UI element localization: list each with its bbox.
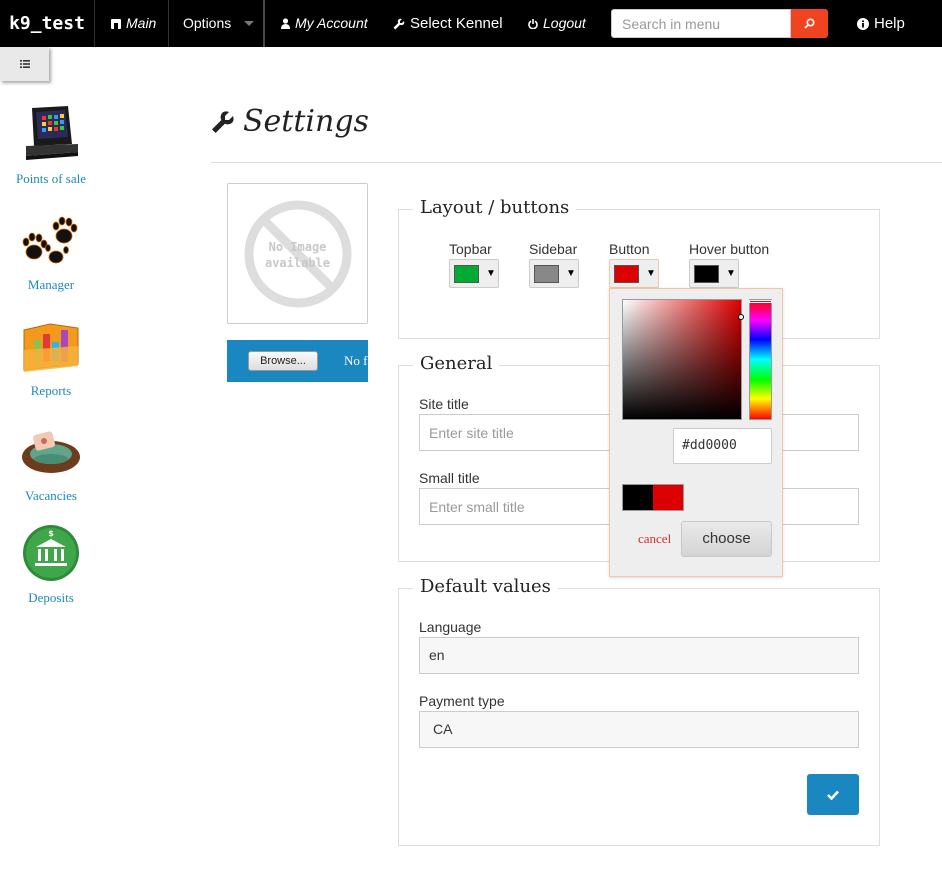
cancel-link[interactable]: cancel (638, 531, 671, 547)
wrench-icon (212, 110, 234, 133)
color-label: Hover button (689, 241, 770, 257)
paw-prints-icon (22, 216, 78, 264)
nav-my-account-label: My Account (295, 15, 368, 31)
caret-down-icon: ▼ (566, 268, 576, 279)
choose-button[interactable]: choose (681, 521, 772, 557)
language-label: Language (419, 619, 482, 635)
hover-button-color-picker-button[interactable]: ▼ (689, 259, 739, 288)
color-label: Sidebar (529, 241, 578, 257)
section-legend: General (413, 353, 500, 374)
bank-icon: $ (23, 525, 79, 581)
sidebar-item-label: Manager (27, 277, 75, 292)
nav-divider (263, 0, 265, 47)
hue-handle[interactable] (749, 300, 772, 303)
nav-options-dropdown[interactable]: Options (183, 0, 255, 47)
file-upload-bar: Browse... No f (227, 340, 368, 382)
payment-type-label: Payment type (419, 693, 505, 709)
language-input[interactable]: en (419, 637, 859, 674)
sidebar-color-group: Sidebar ▼ (529, 241, 579, 288)
sidebar-item-label: Vacancies (25, 488, 77, 503)
search-button[interactable] (791, 9, 828, 38)
caret-down-icon: ▼ (726, 268, 736, 279)
sidebar-item-label: Points of sale (15, 171, 87, 186)
sidebar-item-points-of-sale[interactable]: Points of sale (0, 104, 102, 187)
section-legend: Default values (413, 576, 558, 597)
button-color-picker-button[interactable]: ▼ (609, 259, 659, 288)
sidebar-item-reports[interactable]: Reports (0, 316, 102, 399)
default-values-section: Default values Language en Payment type … (398, 576, 880, 846)
nav-select-kennel-label: Select Kennel (410, 15, 503, 32)
svg-text:$: $ (48, 529, 54, 538)
no-image-line-2: available (264, 256, 331, 270)
nav-divider (168, 0, 169, 47)
button-color-group: Button ▼ (609, 241, 659, 288)
caret-down-icon: ▼ (646, 268, 656, 279)
user-icon (281, 18, 290, 29)
top-navbar: k9_test Main Options My Account Select K… (0, 0, 942, 47)
wrench-icon (393, 18, 405, 29)
color-picker-popup: #dd0000 cancel choose (609, 288, 783, 577)
power-icon (528, 18, 538, 29)
hover-button-color-group: Hover button ▼ (689, 241, 770, 288)
hex-value-input[interactable]: #dd0000 (673, 428, 772, 464)
nav-main-label: Main (126, 15, 157, 31)
search-icon (804, 18, 815, 29)
nav-help-label: Help (874, 15, 905, 32)
chevron-down-icon (244, 21, 255, 26)
brand-name[interactable]: k9_test (0, 0, 95, 47)
sidebar-color-picker-button[interactable]: ▼ (529, 259, 579, 288)
sidebar-item-manager[interactable]: Manager (0, 210, 102, 293)
sidebar-item-vacancies[interactable]: Vacancies (0, 421, 102, 504)
color-label: Button (609, 241, 650, 257)
check-icon (827, 790, 839, 800)
color-swatch (454, 265, 479, 283)
bar-chart-folder-icon (23, 323, 79, 372)
saturation-value-area[interactable] (622, 299, 744, 420)
nav-help[interactable]: Help (857, 0, 905, 47)
nav-main[interactable]: Main (111, 0, 156, 47)
new-color-preview (653, 484, 684, 511)
logo-image-preview: No Image available (227, 183, 368, 324)
nav-logout[interactable]: Logout (528, 0, 586, 47)
previous-color-preview (622, 484, 653, 511)
topbar-color-picker-button[interactable]: ▼ (449, 259, 499, 288)
sidebar-item-label: Reports (30, 383, 72, 398)
browse-button[interactable]: Browse... (248, 351, 318, 371)
color-swatch (614, 265, 639, 283)
caret-down-icon: ▼ (486, 268, 496, 279)
nav-my-account[interactable]: My Account (281, 0, 368, 47)
sidebar-toggle-button[interactable] (0, 47, 49, 81)
payment-type-select[interactable]: CA (419, 711, 859, 748)
color-swatch (694, 265, 719, 283)
small-title-label: Small title (419, 470, 480, 486)
info-icon (857, 17, 869, 30)
saturation-handle[interactable] (738, 314, 744, 320)
no-file-text: No f (344, 353, 368, 368)
section-legend: Layout / buttons (413, 197, 577, 218)
cash-register-icon (26, 106, 78, 160)
nav-select-kennel[interactable]: Select Kennel (393, 0, 503, 47)
save-button[interactable] (807, 774, 859, 815)
nav-options-label: Options (183, 15, 232, 31)
color-label: Topbar (449, 241, 492, 257)
sidebar-item-deposits[interactable]: $ Deposits (0, 523, 102, 606)
dog-bed-icon (22, 431, 80, 473)
nav-logout-label: Logout (543, 15, 586, 31)
site-title-label: Site title (419, 396, 469, 412)
sidebar-item-label: Deposits (28, 590, 74, 605)
home-icon (111, 18, 121, 29)
hue-slider[interactable] (749, 299, 772, 420)
no-image-line-1: No Image (268, 240, 327, 254)
page-title-text: Settings (243, 104, 369, 139)
menu-search-input[interactable] (611, 9, 791, 38)
title-divider (211, 162, 942, 163)
list-icon (19, 60, 30, 68)
page-title: Settings (211, 104, 369, 139)
color-swatch (534, 265, 559, 283)
topbar-color-group: Topbar ▼ (449, 241, 499, 288)
